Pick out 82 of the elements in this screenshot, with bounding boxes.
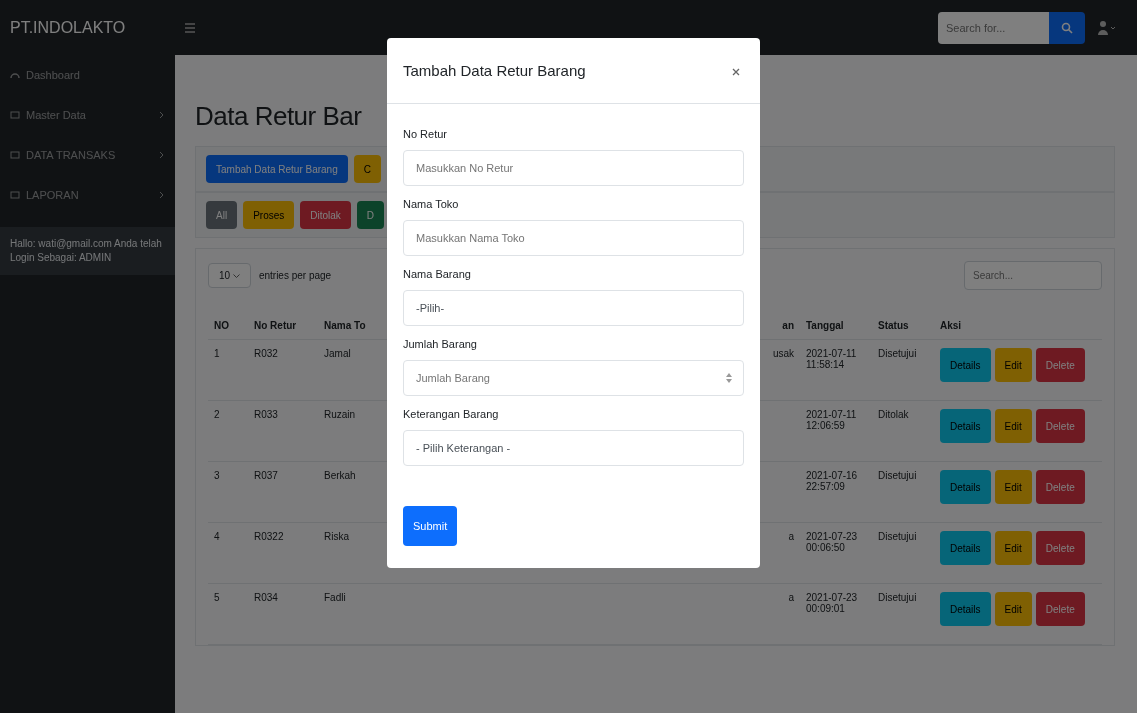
edit-button[interactable]: Edit xyxy=(994,348,1032,382)
column-header[interactable]: Status xyxy=(878,320,909,331)
details-button[interactable]: Details xyxy=(940,592,991,626)
table-cell: R0322 xyxy=(254,531,284,542)
edit-button[interactable]: Edit xyxy=(994,409,1032,443)
table-cell: Disetujui xyxy=(878,592,917,603)
filter-button[interactable]: D xyxy=(356,201,385,229)
delete-button[interactable]: Delete xyxy=(1035,531,1085,565)
details-button[interactable]: Details xyxy=(940,348,991,382)
input-field[interactable]: Masukkan No Retur xyxy=(403,150,744,186)
input-field[interactable]: Masukkan Nama Toko xyxy=(403,220,744,256)
field-label: Nama Barang xyxy=(403,268,472,280)
details-button[interactable]: Details xyxy=(940,470,991,504)
table-cell: Riska xyxy=(324,531,349,542)
table-cell: Disetujui xyxy=(878,348,917,359)
entries-select[interactable]: 10 xyxy=(208,263,251,288)
table-cell: Ditolak xyxy=(878,409,909,420)
column-header[interactable]: NO xyxy=(214,320,229,331)
table-cell: 1 xyxy=(214,348,220,359)
column-header[interactable]: Tanggal xyxy=(806,320,844,331)
table-cell: usak xyxy=(772,348,794,359)
details-button[interactable]: Details xyxy=(940,409,991,443)
user-menu-icon[interactable] xyxy=(1097,19,1117,36)
delete-button[interactable]: Delete xyxy=(1035,348,1085,382)
details-button[interactable]: Details xyxy=(940,531,991,565)
table-cell: R037 xyxy=(254,470,278,481)
table-cell: R034 xyxy=(254,592,278,603)
table-search-field[interactable]: Search... xyxy=(964,261,1102,290)
delete-button[interactable]: Delete xyxy=(1035,409,1085,443)
caret-icon xyxy=(232,274,240,279)
field-label: Nama Toko xyxy=(403,198,460,210)
table-cell: 2021-07-11 12:06:59 xyxy=(806,409,857,431)
table-cell: Jamal xyxy=(324,348,351,359)
column-header[interactable]: Aksi xyxy=(940,320,962,331)
number-field[interactable]: Jumlah Barang xyxy=(403,360,744,396)
login-info: Hallo: wati@gmail.com Anda telah Login Sebagai: ADMIN xyxy=(0,227,175,275)
edit-button[interactable]: Edit xyxy=(994,531,1032,565)
field-label: Jumlah Barang xyxy=(403,338,478,350)
table-cell: 2021-07-11 11:58:14 xyxy=(806,348,857,370)
action-button[interactable]: C xyxy=(353,155,381,183)
table-cell: a xyxy=(788,592,794,603)
table-cell: 4 xyxy=(214,531,220,542)
edit-button[interactable]: Edit xyxy=(994,470,1032,504)
filter-button[interactable]: All xyxy=(206,201,238,229)
modal-title: Tambah Data Retur Barang xyxy=(403,62,586,79)
page-heading: Data Retur Bar xyxy=(195,101,363,132)
delete-button[interactable]: Delete xyxy=(1035,592,1085,626)
table-cell: R033 xyxy=(254,409,278,420)
column-header[interactable]: No Retur xyxy=(254,320,297,331)
submit-button[interactable]: Submit xyxy=(403,506,458,546)
brand-title[interactable]: PT.INDOLAKTO xyxy=(10,18,185,37)
column-header[interactable]: an xyxy=(782,320,794,331)
table-cell: 2021-07-23 00:06:50 xyxy=(806,531,858,553)
table-cell: Berkah xyxy=(324,470,356,481)
table-cell: Disetujui xyxy=(878,470,917,481)
action-button[interactable]: Tambah Data Retur Barang xyxy=(206,155,348,183)
search-field[interactable]: Search for... xyxy=(938,11,1049,44)
table-cell: 2021-07-23 00:09:01 xyxy=(806,592,858,614)
field-label: Keterangan Barang xyxy=(403,408,500,420)
table-cell: R032 xyxy=(254,348,278,359)
close-icon xyxy=(732,67,740,76)
search-icon xyxy=(1061,21,1073,34)
table-cell: 5 xyxy=(214,592,220,603)
delete-button[interactable]: Delete xyxy=(1035,470,1085,504)
table-cell: Ruzain xyxy=(324,409,356,420)
field-label: No Retur xyxy=(403,128,449,140)
search-button[interactable] xyxy=(1049,11,1085,44)
select-field[interactable]: -Pilih- xyxy=(403,290,744,326)
edit-button[interactable]: Edit xyxy=(994,592,1032,626)
filter-button[interactable]: Ditolak xyxy=(300,201,351,229)
table-cell: 2021-07-16 22:57:09 xyxy=(806,470,858,492)
table-cell: a xyxy=(788,531,794,542)
table-cell: 2 xyxy=(214,409,220,420)
menu-icon[interactable] xyxy=(185,21,195,34)
column-header[interactable]: Nama To xyxy=(324,320,366,331)
spinner-icon[interactable] xyxy=(726,372,732,384)
table-cell: 3 xyxy=(214,470,220,481)
table-cell: Disetujui xyxy=(878,531,917,542)
select-field[interactable]: - Pilih Keterangan - xyxy=(403,430,744,466)
filter-button[interactable]: Proses xyxy=(243,201,295,229)
table-cell: Fadli xyxy=(324,592,346,603)
entries-label: entries per page xyxy=(258,270,332,281)
